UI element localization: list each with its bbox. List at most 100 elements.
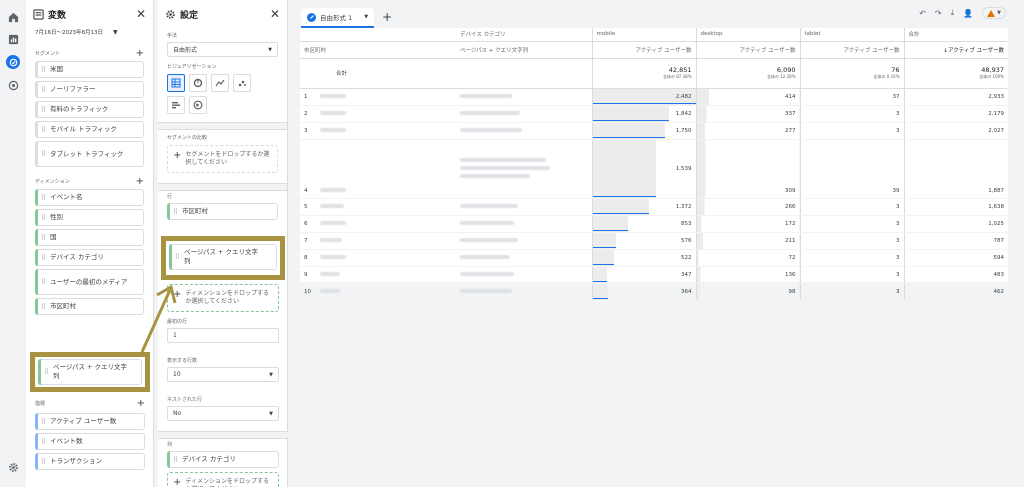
desktop-value: 72 [695, 249, 800, 267]
segment-chip[interactable]: ⠿ モバイル トラフィック [35, 121, 144, 138]
drag-handle-icon[interactable]: ⠿ [38, 418, 48, 426]
add-segment-icon[interactable]: + [136, 48, 144, 59]
drag-handle-icon[interactable]: ⠿ [38, 194, 48, 202]
dimension-chip[interactable]: ⠿ デバイス カテゴリ [35, 249, 144, 266]
page-path-column-header[interactable]: ページパス + クエリ文字列 [456, 41, 592, 59]
metric-header[interactable]: アクティブ ユーザー数 [695, 41, 800, 59]
drag-handle-icon[interactable]: ⠿ [38, 106, 48, 114]
desktop-value: 211 [695, 232, 800, 250]
page-path-cell [456, 105, 592, 123]
dimension-chip[interactable]: ⠿ 性別 [35, 209, 144, 226]
col-tablet-header[interactable]: tablet [799, 28, 904, 42]
start-row-input[interactable]: 1 [167, 328, 279, 343]
drag-handle-icon[interactable]: ⠿ [38, 126, 48, 134]
scatter-viz-icon[interactable] [233, 74, 251, 92]
table-row[interactable]: 1 2,482 414 37 2,933 [300, 88, 1008, 106]
sampling-warning-button[interactable]: ▼ [982, 7, 1006, 19]
page-path-cell [456, 249, 592, 267]
close-icon[interactable]: ✕ [270, 7, 280, 21]
segment-chip[interactable]: ⠿ 有料のトラフィック [35, 101, 144, 118]
metric-header-row: 市区町村 ページパス + クエリ文字列 アクティブ ユーザー数 アクティブ ユー… [300, 41, 1008, 59]
column-chip[interactable]: ⠿ デバイス カテゴリ [167, 451, 279, 468]
geo-map-viz-icon[interactable] [189, 96, 207, 114]
table-row[interactable]: 8 522 72 3 594 [300, 249, 1008, 267]
dimension-chip[interactable]: ⠿ イベント名 [35, 189, 144, 206]
mobile-cell: 364 [591, 283, 696, 301]
table-row[interactable]: 10 364 98 3 462 [300, 283, 1008, 301]
row-dimension-drop-zone[interactable]: + ディメンションをドロップするか選択してください [167, 284, 279, 312]
table-viz-icon[interactable] [167, 74, 185, 92]
total-value: 2,933 [903, 88, 1008, 106]
drag-handle-icon[interactable]: ⠿ [170, 456, 180, 464]
drag-handle-icon[interactable]: ⠿ [170, 208, 180, 216]
segment-chip[interactable]: ⠿ タブレット トラフィック [35, 141, 144, 167]
metric-chip[interactable]: ⠿ トランザクション [35, 453, 145, 470]
chevron-down-icon: ▼ [269, 371, 273, 378]
drag-handle-icon[interactable]: ⠿ [38, 214, 48, 222]
total-value: 48,937 [981, 66, 1004, 74]
table-row[interactable]: 2 1,842 337 3 2,179 [300, 105, 1008, 123]
close-icon[interactable]: ✕ [136, 7, 146, 21]
row-chip-page-path[interactable]: ⠿ ページパス + クエリ文字列 [169, 244, 277, 270]
add-metric-icon[interactable]: + [137, 398, 145, 409]
drag-handle-icon[interactable]: ⠿ [38, 150, 48, 158]
segment-drop-zone[interactable]: + セグメントをドロップするか選択してください [167, 145, 278, 173]
share-user-icon[interactable]: 👤 [963, 9, 973, 18]
nested-rows-select[interactable]: No ▼ [167, 406, 279, 421]
metrics-label: 指標 [35, 400, 46, 407]
add-tab-button[interactable]: + [382, 10, 392, 24]
undo-icon[interactable]: ↶ [919, 9, 926, 18]
drag-handle-icon[interactable]: ⠿ [38, 254, 48, 262]
col-mobile-header[interactable]: mobile [591, 28, 696, 42]
metric-chip[interactable]: ⠿ イベント数 [35, 433, 145, 450]
tab-freeform-1[interactable]: 自由形式 1 ▼ [301, 8, 375, 28]
drag-handle-icon[interactable]: ⠿ [38, 234, 48, 242]
dimension-chip[interactable]: ⠿ 市区町村 [35, 298, 144, 315]
metric-header[interactable]: アクティブ ユーザー数 [591, 41, 696, 59]
technique-select[interactable]: 自由形式 ▼ [167, 42, 278, 57]
column-dimension-drop-zone[interactable]: +ディメンションをドロップするか選択してください [167, 472, 279, 487]
donut-viz-icon[interactable] [189, 74, 207, 92]
metric-header-sorted[interactable]: ↓アクティブ ユーザー数 [903, 41, 1008, 59]
col-total-header[interactable]: 合計 [903, 28, 1008, 42]
city-cell [316, 249, 456, 267]
redo-icon[interactable]: ↷ [935, 9, 942, 18]
bar-viz-icon[interactable] [167, 96, 185, 114]
dimension-chip-page-path[interactable]: ⠿ ページパス + クエリ文字列 [38, 359, 142, 385]
chevron-down-icon[interactable]: ▼ [364, 14, 368, 20]
dimension-chip[interactable]: ⠿ 国 [35, 229, 144, 246]
table-row[interactable]: 4 1,539 309 39 1,887 [300, 139, 1008, 199]
drag-handle-icon[interactable]: ⠿ [41, 368, 51, 376]
drag-handle-icon[interactable]: ⠿ [38, 438, 48, 446]
city-column-header[interactable]: 市区町村 [300, 41, 456, 59]
table-row[interactable]: 7 576 211 3 787 [300, 232, 1008, 250]
table-row[interactable]: 9 347 136 3 483 [300, 266, 1008, 284]
home-icon[interactable] [6, 10, 20, 24]
date-range-selector[interactable]: 7月16日〜2023年8月13日 ▼ [26, 28, 153, 38]
settings-gear-icon[interactable] [6, 460, 20, 474]
row-chip[interactable]: ⠿ 市区町村 [167, 203, 278, 220]
line-chart-viz-icon[interactable] [211, 74, 229, 92]
chip-label: トランザクション [50, 457, 102, 465]
table-row[interactable]: 3 1,750 277 3 2,027 [300, 122, 1008, 140]
table-row[interactable]: 6 853 172 3 1,025 [300, 215, 1008, 233]
show-rows-select[interactable]: 10 ▼ [167, 367, 279, 382]
explore-icon[interactable] [6, 55, 20, 69]
drag-handle-icon[interactable]: ⠿ [38, 303, 48, 311]
metric-header[interactable]: アクティブ ユーザー数 [799, 41, 904, 59]
drag-handle-icon[interactable]: ⠿ [172, 253, 182, 261]
table-row[interactable]: 5 1,372 266 3 1,638 [300, 198, 1008, 216]
metric-chip[interactable]: ⠿ アクティブ ユーザー数 [35, 413, 145, 430]
drag-handle-icon[interactable]: ⠿ [38, 86, 48, 94]
drag-handle-icon[interactable]: ⠿ [38, 458, 48, 466]
bar-chart-icon[interactable] [6, 32, 20, 46]
add-dimension-icon[interactable]: + [136, 176, 144, 187]
drag-handle-icon[interactable]: ⠿ [38, 278, 48, 286]
segment-chip[interactable]: ⠿ 米国 [35, 61, 144, 78]
segment-chip[interactable]: ⠿ ノーリファラー [35, 81, 144, 98]
col-desktop-header[interactable]: desktop [695, 28, 800, 42]
download-icon[interactable]: ⤓ [951, 8, 955, 18]
drag-handle-icon[interactable]: ⠿ [38, 66, 48, 74]
advertising-icon[interactable] [6, 78, 20, 92]
dimension-chip[interactable]: ⠿ ユーザーの最初のメディア [35, 269, 144, 295]
